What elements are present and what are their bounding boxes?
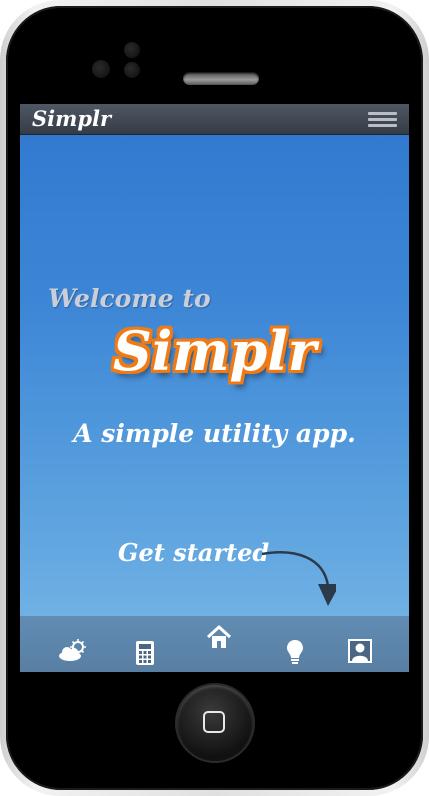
home-icon (206, 625, 232, 648)
calculator-icon (136, 641, 154, 665)
hero-title: Simplr (112, 319, 317, 383)
get-started-link[interactable]: Get started (118, 538, 269, 567)
tab-contact[interactable] (330, 616, 390, 672)
weather-icon (59, 639, 86, 661)
arrow-icon (261, 551, 336, 606)
welcome-text: Welcome to (48, 284, 211, 313)
hamburger-menu-icon[interactable] (368, 112, 397, 128)
contact-icon (348, 639, 372, 663)
sensor-dot (124, 42, 140, 58)
tab-calculator[interactable] (115, 616, 175, 672)
lightbulb-icon (287, 640, 303, 664)
app-screen: Simplr Welcome to Simplr A simple utilit… (20, 104, 409, 672)
tagline: A simple utility app. (73, 419, 356, 448)
front-camera (92, 60, 110, 78)
bottom-tab-bar (20, 616, 409, 672)
app-brand: Simplr (32, 106, 112, 131)
top-bar: Simplr (20, 104, 409, 135)
hardware-home-button[interactable] (177, 685, 253, 761)
sensor-dot (124, 62, 140, 78)
tab-home[interactable] (189, 616, 249, 672)
home-square-icon (203, 711, 225, 733)
tab-ideas[interactable] (265, 616, 325, 672)
earpiece-speaker (183, 72, 259, 85)
tab-weather[interactable] (42, 616, 102, 672)
